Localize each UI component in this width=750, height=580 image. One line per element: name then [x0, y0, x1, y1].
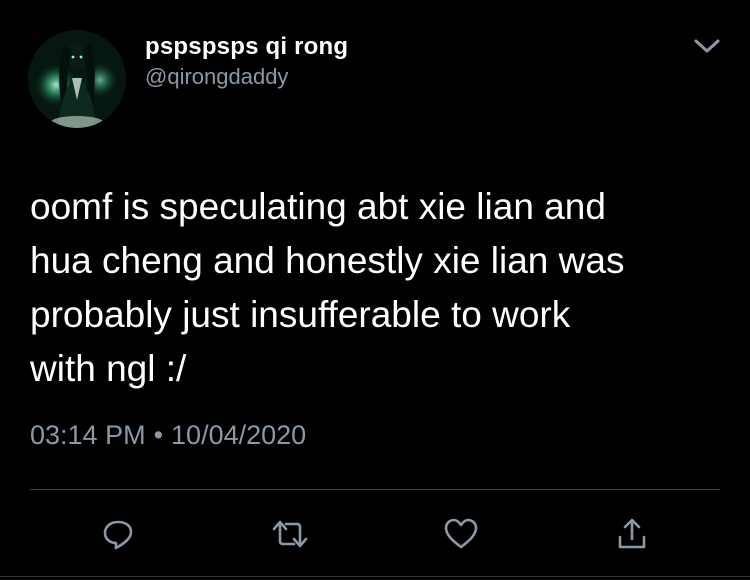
chevron-down-icon[interactable] [690, 34, 724, 58]
tweet-card: pspspsps qi rong @qirongdaddy oomf is sp… [0, 0, 750, 580]
share-icon [618, 518, 646, 549]
retweet-button[interactable] [268, 512, 312, 556]
share-button[interactable] [610, 512, 654, 556]
tweet-time: 03:14 PM [30, 420, 146, 450]
tweet-text: oomf is speculating abt xie lian and hua… [30, 186, 625, 389]
like-button[interactable] [439, 512, 483, 556]
meta-separator: • [153, 420, 164, 450]
divider [30, 489, 720, 490]
tweet-timestamp[interactable]: 03:14 PM • 10/04/2020 [30, 420, 306, 451]
avatar[interactable] [28, 30, 126, 128]
tweet-actions [0, 512, 750, 556]
retweet-icon [272, 520, 308, 548]
reply-button[interactable] [96, 512, 140, 556]
reply-icon [103, 520, 133, 550]
avatar-icon [28, 30, 126, 128]
heart-icon [444, 518, 478, 549]
bottom-divider [0, 576, 750, 577]
display-name[interactable]: pspspsps qi rong [145, 33, 348, 61]
tweet-date: 10/04/2020 [171, 420, 307, 450]
user-handle[interactable]: @qirongdaddy [145, 64, 288, 90]
